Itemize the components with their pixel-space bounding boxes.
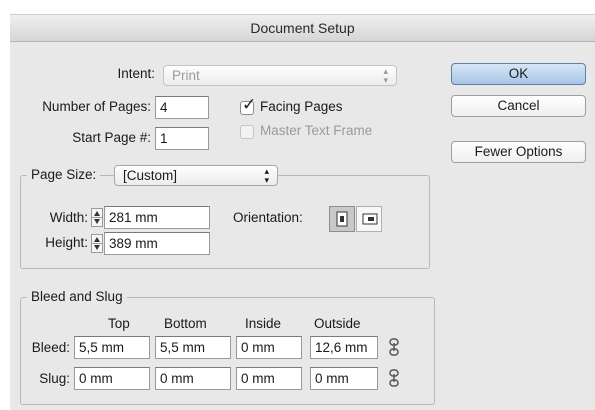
page-size-select[interactable]: [Custom] ▴ ▾ (114, 165, 278, 186)
page-size-label: Page Size: (27, 166, 101, 183)
facing-pages-label: Facing Pages (260, 99, 343, 114)
facing-pages-checkbox[interactable]: ✓ (240, 96, 256, 115)
window-title: Document Setup (10, 15, 595, 42)
document-setup-dialog: Document Setup Intent: Print ▴ ▾ Number o… (10, 14, 595, 410)
checkmark-icon: ✓ (242, 95, 257, 114)
chain-link-icon[interactable] (387, 369, 401, 387)
intent-value: Print (172, 68, 200, 83)
column-header-outside: Outside (314, 316, 361, 331)
bleed-bottom-input[interactable]: 5,5 mm (155, 336, 231, 359)
start-page-input[interactable]: 1 (155, 127, 209, 150)
width-input[interactable]: 281 mm (104, 206, 210, 229)
page-size-value: [Custom] (123, 168, 178, 183)
stepper-arrows-icon: ▴ ▾ (383, 66, 388, 85)
bleed-inside-input[interactable]: 0 mm (236, 336, 302, 359)
column-header-inside: Inside (245, 316, 282, 331)
ok-button[interactable]: OK (451, 63, 586, 85)
width-stepper[interactable] (91, 208, 103, 227)
height-input[interactable]: 389 mm (104, 232, 210, 255)
stepper-arrows-icon: ▴ ▾ (264, 166, 269, 185)
intent-label: Intent: (117, 66, 155, 81)
portrait-orientation-icon[interactable] (329, 206, 355, 232)
slug-bottom-input[interactable]: 0 mm (155, 367, 231, 390)
master-text-frame-label: Master Text Frame (260, 123, 373, 138)
master-text-frame-checkbox[interactable] (240, 125, 254, 139)
chain-link-icon[interactable] (387, 338, 401, 356)
slug-row-label: Slug: (39, 371, 70, 386)
landscape-orientation-icon[interactable] (356, 206, 382, 232)
slug-outside-input[interactable]: 0 mm (310, 367, 378, 390)
number-of-pages-label: Number of Pages: (42, 99, 151, 114)
slug-inside-input[interactable]: 0 mm (236, 367, 302, 390)
bleed-slug-legend: Bleed and Slug (27, 288, 127, 305)
cancel-button[interactable]: Cancel (451, 95, 586, 117)
orientation-label: Orientation: (233, 210, 303, 225)
number-of-pages-input[interactable]: 4 (155, 96, 209, 119)
intent-select[interactable]: Print ▴ ▾ (163, 65, 397, 86)
slug-top-input[interactable]: 0 mm (74, 367, 150, 390)
fewer-options-button[interactable]: Fewer Options (451, 141, 586, 163)
height-stepper[interactable] (91, 234, 103, 253)
bleed-top-input[interactable]: 5,5 mm (74, 336, 150, 359)
bleed-outside-input[interactable]: 12,6 mm (310, 336, 378, 359)
start-page-label: Start Page #: (72, 130, 151, 145)
column-header-top: Top (108, 316, 130, 331)
height-label: Height: (45, 235, 88, 250)
width-label: Width: (49, 210, 88, 225)
column-header-bottom: Bottom (164, 316, 207, 331)
bleed-row-label: Bleed: (31, 340, 70, 355)
